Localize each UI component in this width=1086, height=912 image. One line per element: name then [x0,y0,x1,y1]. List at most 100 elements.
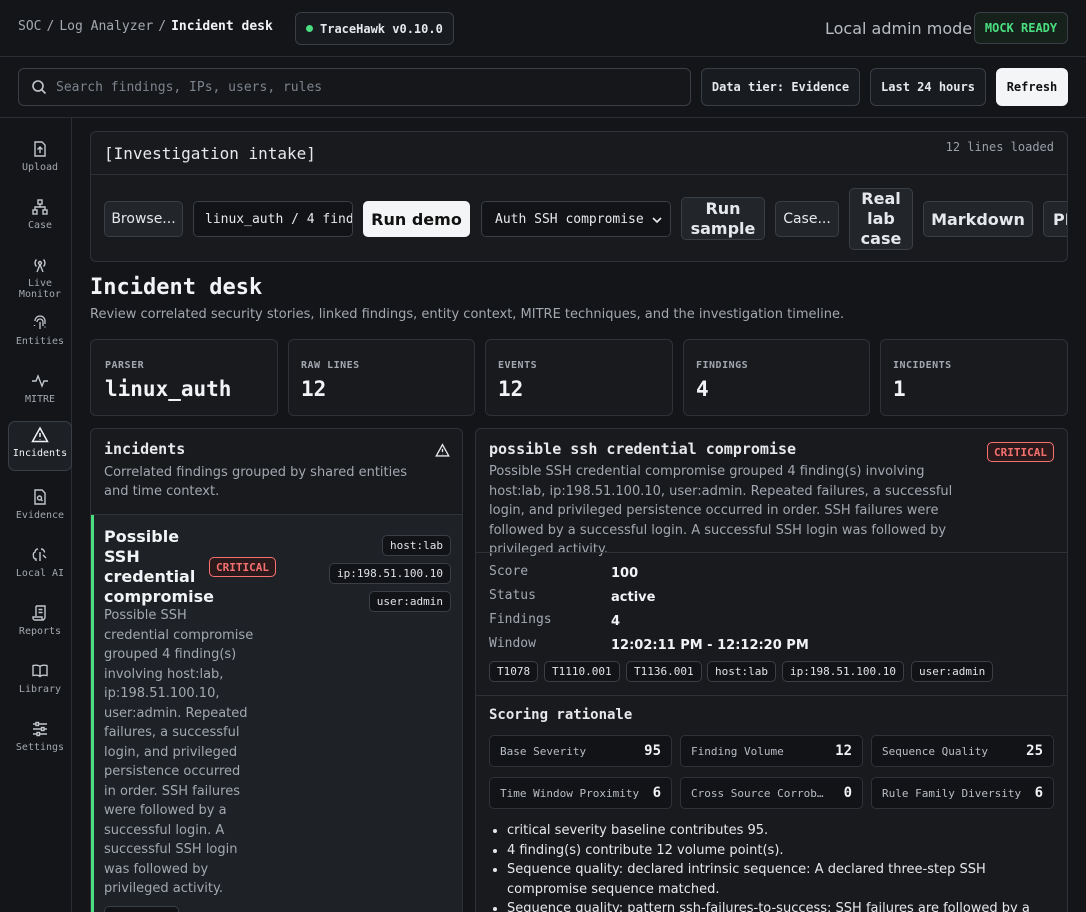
incidents-panel-title: incidents [104,440,186,458]
scoring-rationale-title: Scoring rationale [489,707,633,723]
sidebar-item-reports[interactable]: Reports [8,600,72,650]
entity-tag[interactable]: host:lab [382,535,451,556]
incident-card-title: Possible SSH credential compromise [104,527,215,606]
scroll-icon [32,605,46,621]
evidence-icon [34,489,46,505]
version-badge: TraceHawk v0.10.0 [295,12,454,45]
case-icon [32,199,48,215]
metric-sequence-quality: Sequence Quality 25 [871,735,1054,767]
book-icon [32,664,48,678]
status-value: active [611,590,656,605]
incident-card-description: Possible SSH credential compromise group… [104,608,254,896]
sidebar: Upload Case Live Monitor Entities MITRE … [0,118,72,912]
data-tier-button[interactable]: Data tier: Evidence [701,68,860,106]
investigation-intake-panel: [Investigation intake] 12 lines loaded B… [90,131,1068,262]
sliders-icon [33,721,47,737]
entity-tag[interactable]: user:admin [368,591,451,612]
sidebar-item-entities[interactable]: Entities [8,310,72,360]
entity-tag[interactable]: ip:198.51.100.10 [782,661,904,682]
breadcrumb-soc[interactable]: SOC [18,19,41,34]
intake-title: [Investigation intake] [104,144,316,163]
run-demo-button[interactable]: Run demo [363,201,470,237]
activity-icon [32,374,48,388]
warning-icon [435,443,450,457]
breadcrumb-current: Incident desk [171,19,273,34]
rationale-item: Sequence quality: pattern ssh-failures-t… [507,899,1047,912]
stat-card-parser: PARSER linux_auth [90,339,278,416]
incident-detail-summary: Possible SSH credential compromise group… [489,464,953,557]
search-input[interactable] [56,79,656,95]
mitre-tag[interactable]: T1110.001 [544,661,620,682]
time-range-button[interactable]: Last 24 hours [870,68,986,106]
field-label: Findings [489,612,552,627]
sidebar-item-case[interactable]: Case [8,194,72,244]
severity-badge: CRITICAL [987,442,1054,462]
live-monitor-icon [34,259,46,273]
metric-finding-volume: Finding Volume 12 [680,735,863,767]
rationale-item: 4 finding(s) contribute 12 volume point(… [507,841,1047,861]
scenario-select[interactable]: Auth SSH compromise [481,201,671,237]
stat-card-events: EVENTS 12 [485,339,673,416]
stat-card-findings: FINDINGS 4 [683,339,870,416]
field-label: Status [489,588,536,603]
metric-base-severity: Base Severity 95 [489,735,672,767]
status-dot-icon [306,25,313,32]
mitre-tag[interactable]: T1136.001 [626,661,702,682]
window-value: 12:02:11 PM - 12:12:20 PM [611,638,809,653]
file-input[interactable]: linux_auth / 4 findings [193,201,353,237]
sidebar-item-settings[interactable]: Settings [8,716,72,766]
incident-card[interactable]: Possible SSH credential compromise CRITI… [91,515,462,912]
sidebar-item-mitre[interactable]: MITRE [8,368,72,418]
incident-detail-title: possible ssh credential compromise [489,440,797,458]
sidebar-item-local-ai[interactable]: Local AI [8,542,72,592]
entity-tag[interactable]: host:lab [707,661,776,682]
fingerprint-icon [33,315,46,329]
chevron-down-icon [652,217,662,224]
brain-icon [32,548,47,561]
top-bar: SOC / Log Analyzer / Incident desk TraceHawk… [0,0,1086,57]
run-sample-button[interactable]: Run sample [681,197,765,240]
refresh-button[interactable]: Refresh [996,68,1068,106]
mock-ready-badge: MOCK READY [974,12,1068,44]
breadcrumb-log-analyzer[interactable]: Log Analyzer [59,19,153,34]
rationale-item: critical severity baseline contributes 9… [507,821,1047,841]
field-label: Window [489,636,536,651]
page-subtitle: Review correlated security stories, link… [90,307,845,322]
pdf-export-button[interactable]: PDF [1043,201,1067,237]
admin-mode-label: Local admin mode [825,19,973,38]
browse-button[interactable]: Browse... [104,201,183,237]
sidebar-item-incidents[interactable]: Incidents [8,421,72,471]
search-row: Data tier: Evidence Last 24 hours Refres… [0,57,1086,118]
incident-card-action[interactable] [104,906,179,912]
sidebar-item-library[interactable]: Library [8,658,72,708]
search-box[interactable] [18,68,691,106]
warning-icon [31,426,49,443]
metric-time-window-proximity: Time Window Proximity 6 [489,777,672,809]
findings-value: 4 [611,614,621,629]
search-icon [32,80,46,94]
entity-tag[interactable]: ip:198.51.100.10 [329,563,451,584]
sidebar-item-live-monitor[interactable]: Live Monitor [8,252,72,302]
real-lab-case-button[interactable]: Real lab case [849,188,913,250]
incidents-panel: incidents Correlated findings grouped by… [90,428,463,912]
stat-card-incidents: INCIDENTS 1 [880,339,1068,416]
breadcrumb: SOC / Log Analyzer / Incident desk [18,19,273,34]
sidebar-item-evidence[interactable]: Evidence [8,484,72,534]
score-value: 100 [611,566,639,581]
rationale-item: Sequence quality: declared intrinsic seq… [507,860,1047,899]
metric-cross-source-corroboration: Cross Source Corroboration0 [680,777,863,809]
incidents-panel-subtitle: Correlated findings grouped by shared en… [104,465,408,499]
rationale-list: critical severity baseline contributes 9… [507,821,1047,912]
mitre-tag[interactable]: T1078 [489,661,539,682]
upload-icon [34,141,46,157]
sidebar-item-upload[interactable]: Upload [8,136,72,186]
page-title: Incident desk [90,275,263,300]
intake-divider [91,174,1067,175]
field-label: Score [489,564,529,579]
entity-tag[interactable]: user:admin [911,661,994,682]
stat-card-raw-lines: RAW LINES 12 [288,339,475,416]
markdown-export-button[interactable]: Markdown [923,201,1033,237]
metric-rule-family-diversity: Rule Family Diversity 6 [871,777,1054,809]
lines-loaded-label: 12 lines loaded [945,140,1054,154]
case-button[interactable]: Case... [775,201,839,237]
